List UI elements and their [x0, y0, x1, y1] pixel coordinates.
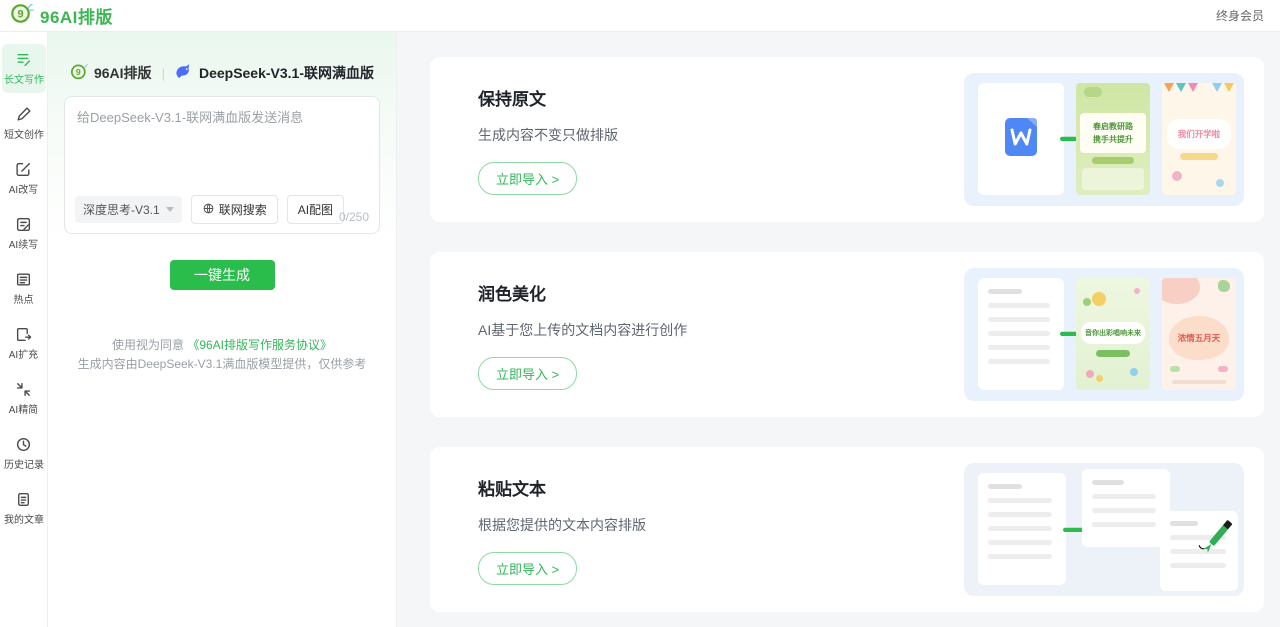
doc-write-icon [15, 216, 32, 233]
card-text: 保持原文 生成内容不变只做排版 立即导入 > [478, 85, 618, 195]
composer-header: 9 96AI排版 | DeepSeek-V3.1-联网满血版 [64, 32, 380, 84]
poster-thumbnail: 音你出彩唱响未来 [1076, 278, 1150, 390]
sidebar-item-ai-condense[interactable]: AI精简 [2, 374, 46, 423]
sidebar-item-ai-expand[interactable]: AI扩充 [2, 319, 46, 368]
edit-square-icon [15, 161, 32, 178]
app-title: 96AI排版 [40, 8, 113, 27]
clock-icon [15, 436, 32, 453]
char-counter: 0/250 [338, 210, 369, 224]
snail-logo-icon: 9 [10, 1, 34, 30]
sidebar-item-hot-topics[interactable]: 热点 [2, 264, 46, 313]
card-desc: 生成内容不变只做排版 [478, 126, 618, 143]
snail-logo-icon: 9 [70, 62, 89, 84]
disclaimer-text: 生成内容由DeepSeek-V3.1满血版模型提供，仅供参考 [77, 357, 367, 371]
globe-icon [202, 202, 215, 218]
card-polish-beautify: 润色美化 AI基于您上传的文档内容进行创作 立即导入 > 音你出彩唱响未来 浓情… [430, 252, 1264, 417]
import-options: 保持原文 生成内容不变只做排版 立即导入 > 春启教研路 携手共提升 我们开学啦… [397, 32, 1280, 627]
composer-brand: 9 96AI排版 [70, 62, 152, 84]
svg-text:9: 9 [17, 9, 23, 21]
card-illustration: 春启教研路 携手共提升 我们开学啦 [964, 73, 1244, 206]
poster-thumbnail: 春启教研路 携手共提升 [1076, 83, 1150, 195]
bunting-flags [1162, 83, 1236, 99]
ai-image-toggle[interactable]: AI配图 [286, 195, 345, 224]
sidebar-item-history[interactable]: 历史记录 [2, 429, 46, 478]
svg-text:9: 9 [76, 67, 81, 77]
app-logo: 9 96AI排版 [10, 1, 113, 30]
prompt-input-box: 深度思考-V3.1 联网搜索 AI配图 0/250 [64, 96, 380, 234]
article-icon [15, 491, 32, 508]
sidebar-item-short-writing[interactable]: 短文创作 [2, 99, 46, 148]
sidebar-item-ai-rewrite[interactable]: AI改写 [2, 154, 46, 203]
lifetime-member-link[interactable]: 终身会员 [1216, 7, 1264, 24]
card-text: 润色美化 AI基于您上传的文档内容进行创作 立即导入 > [478, 280, 687, 390]
agreement-link[interactable]: 《96AI排版写作服务协议》 [187, 338, 332, 352]
card-title: 保持原文 [478, 89, 546, 109]
card-title: 润色美化 [478, 284, 546, 304]
caret-down-icon [165, 207, 174, 212]
pencil-icon [15, 106, 32, 123]
poster-thumbnail: 浓情五月天 [1162, 278, 1236, 390]
header-divider: | [161, 65, 165, 81]
card-desc: 根据您提供的文本内容排版 [478, 516, 646, 533]
import-now-button[interactable]: 立即导入 > [478, 356, 578, 390]
poster-thumbnail: 我们开学啦 [1162, 83, 1236, 195]
sidebar-item-ai-continue[interactable]: AI续写 [2, 209, 46, 258]
doc-list-icon [15, 51, 32, 68]
newspaper-icon [15, 271, 32, 288]
sidebar: 长文写作 短文创作 AI改写 AI续写 热点 AI扩充 AI精简 历史记录 我的… [0, 32, 48, 627]
composer-panel: 9 96AI排版 | DeepSeek-V3.1-联网满血版 给DeepSeek… [48, 32, 397, 627]
card-title: 粘贴文本 [478, 479, 546, 499]
word-doc-icon [1003, 116, 1039, 163]
import-now-button[interactable]: 立即导入 > [478, 161, 578, 195]
card-illustration: 音你出彩唱响未来 浓情五月天 [964, 268, 1244, 401]
web-search-toggle[interactable]: 联网搜索 [190, 195, 278, 224]
card-paste-text: 粘贴文本 根据您提供的文本内容排版 立即导入 > [430, 447, 1264, 612]
composer-footnote: 使用视为同意 《96AI排版写作服务协议》 生成内容由DeepSeek-V3.1… [64, 336, 380, 374]
card-text: 粘贴文本 根据您提供的文本内容排版 立即导入 > [478, 475, 646, 585]
sidebar-item-long-writing[interactable]: 长文写作 [1, 44, 46, 93]
doc-expand-icon [15, 326, 32, 343]
pen-icon [1198, 515, 1236, 564]
prompt-textarea[interactable] [77, 107, 367, 185]
sidebar-item-my-articles[interactable]: 我的文章 [2, 484, 46, 533]
card-keep-original: 保持原文 生成内容不变只做排版 立即导入 > 春启教研路 携手共提升 我们开学啦 [430, 57, 1264, 222]
generate-button[interactable]: 一键生成 [169, 260, 275, 290]
import-now-button[interactable]: 立即导入 > [478, 551, 578, 585]
card-illustration [964, 463, 1244, 596]
model-badge: DeepSeek-V3.1-联网满血版 [175, 63, 374, 83]
thinking-model-select[interactable]: 深度思考-V3.1 [75, 196, 182, 223]
compress-icon [15, 381, 32, 398]
top-header: 9 96AI排版 终身会员 [0, 0, 1280, 32]
agreement-prefix: 使用视为同意 [111, 338, 188, 352]
composer-controls: 深度思考-V3.1 联网搜索 AI配图 [75, 195, 345, 224]
card-desc: AI基于您上传的文档内容进行创作 [478, 321, 688, 338]
deepseek-whale-icon [175, 63, 194, 83]
